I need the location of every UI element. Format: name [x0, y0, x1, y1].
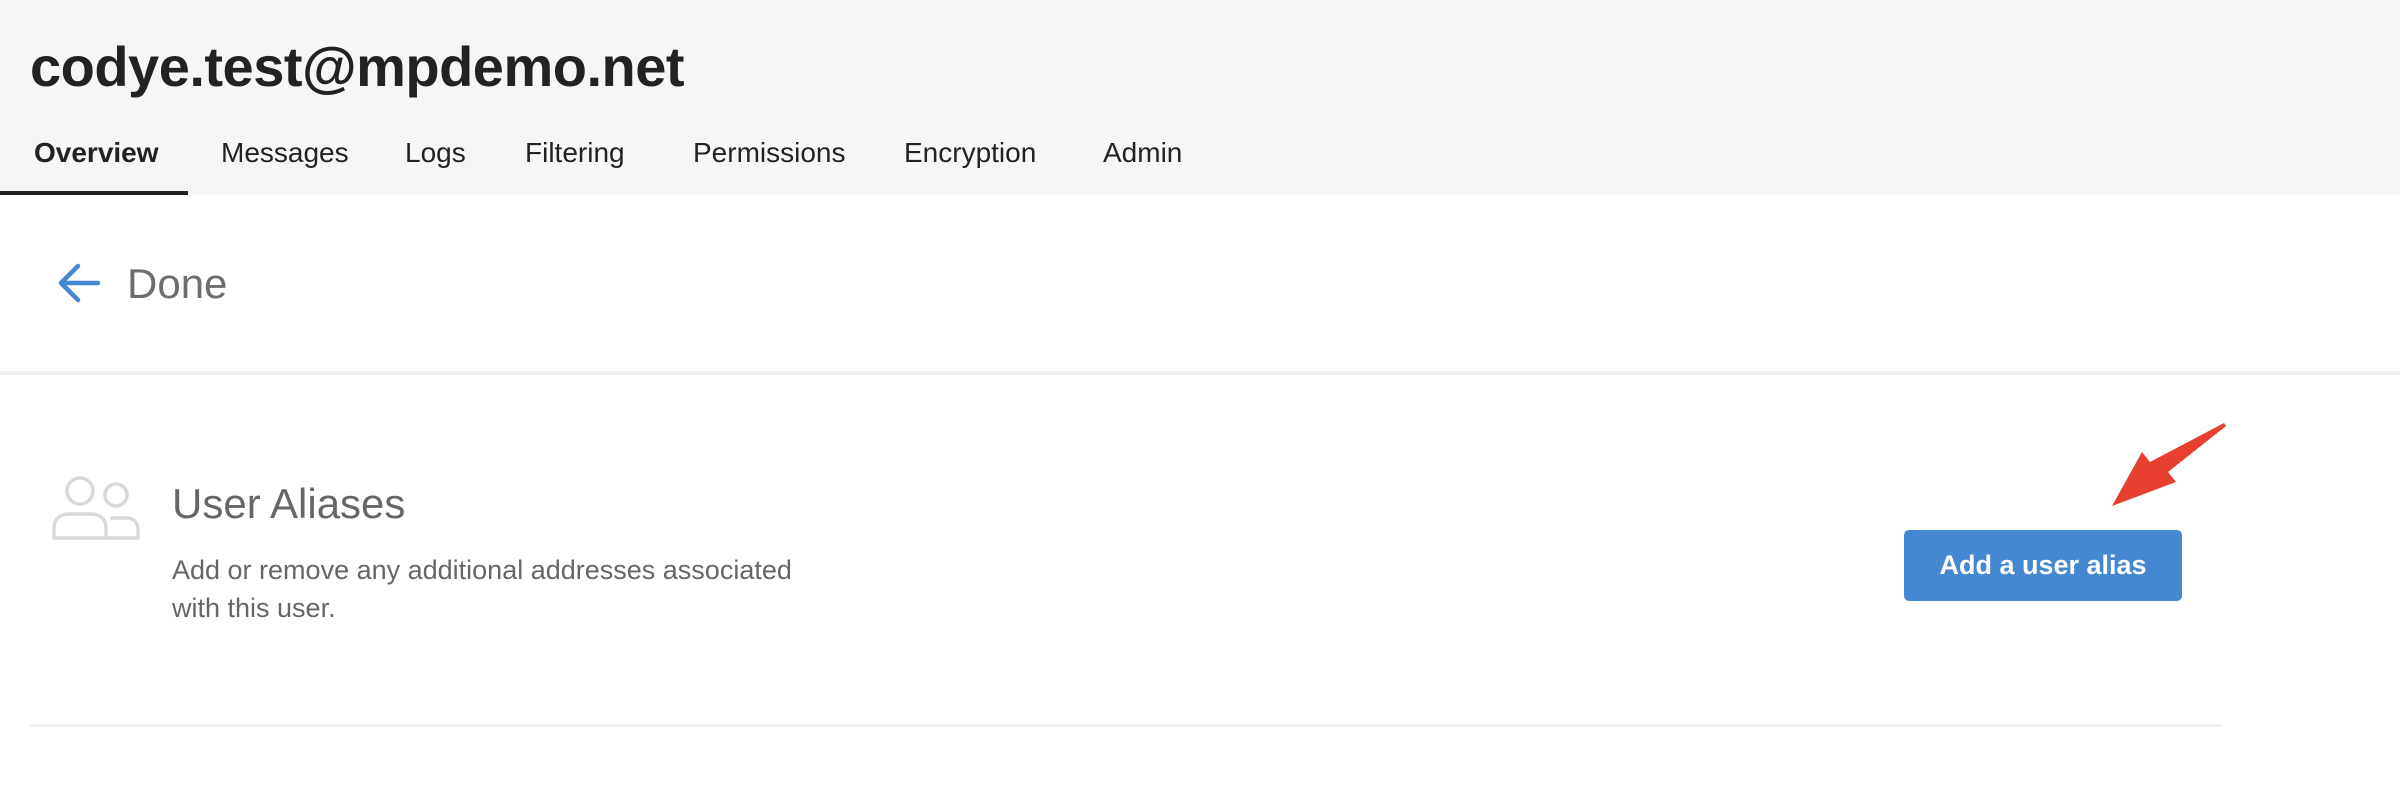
- done-link[interactable]: Done: [127, 260, 227, 308]
- active-tab-indicator: [0, 191, 188, 195]
- account-header: codye.test@mpdemo.net Overview Messages …: [0, 0, 2400, 195]
- users-icon: [52, 476, 140, 540]
- tab-admin[interactable]: Admin: [1103, 137, 1182, 169]
- section-bottom-divider: [30, 724, 2222, 727]
- tab-permissions[interactable]: Permissions: [693, 137, 845, 169]
- tab-encryption[interactable]: Encryption: [904, 137, 1036, 169]
- add-user-alias-button[interactable]: Add a user alias: [1904, 530, 2182, 601]
- section-divider: [0, 371, 2400, 375]
- section-title: User Aliases: [172, 480, 406, 527]
- section-description: Add or remove any additional addresses a…: [172, 555, 792, 623]
- red-pointer-arrow-icon: [2112, 423, 2226, 506]
- account-title: codye.test@mpdemo.net: [30, 35, 685, 98]
- tab-logs[interactable]: Logs: [405, 137, 466, 169]
- tab-filtering[interactable]: Filtering: [525, 137, 625, 169]
- tab-messages[interactable]: Messages: [221, 137, 349, 169]
- arrow-left-icon[interactable]: [56, 258, 102, 308]
- tab-overview[interactable]: Overview: [34, 137, 159, 169]
